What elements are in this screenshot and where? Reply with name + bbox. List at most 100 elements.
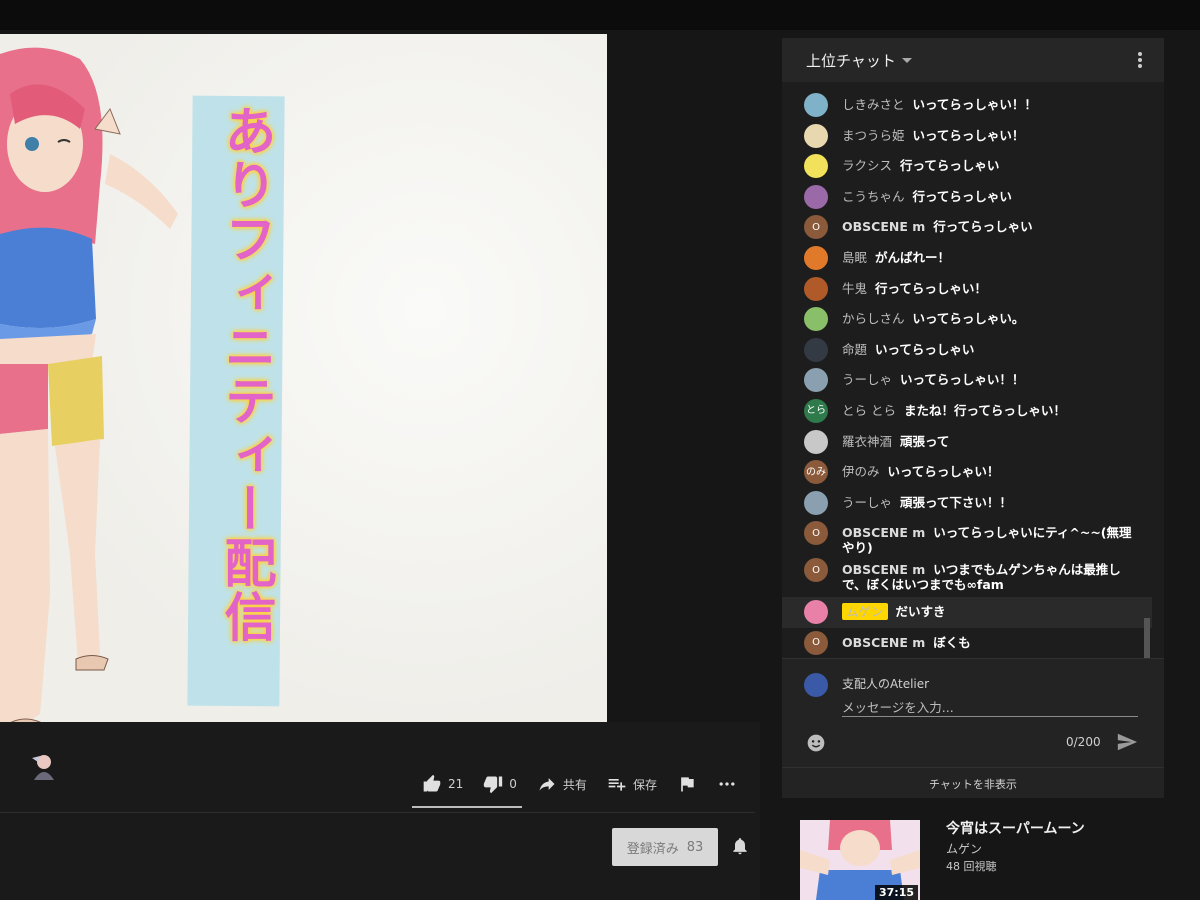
chat-avatar[interactable] xyxy=(804,93,828,117)
chat-avatar[interactable] xyxy=(804,154,828,179)
recommended-video[interactable]: 37:15 今宵はスーパームーン ムゲン 48 回視聴 xyxy=(800,818,1180,900)
chat-message-body: OBSCENE m いってらっしゃいにティ^~~(無理やり) xyxy=(842,518,1132,555)
chat-message[interactable]: うーしゃ いってらっしゃい！！ xyxy=(782,365,1152,396)
recommended-channel[interactable]: ムゲン xyxy=(946,840,982,857)
share-button[interactable]: 共有 xyxy=(527,770,597,798)
chat-message[interactable]: まつうら姫 いってらっしゃい！ xyxy=(782,121,1152,152)
chat-header: 上位チャット xyxy=(782,38,1164,82)
hide-chat-button[interactable]: チャットを非表示 xyxy=(782,767,1164,799)
chat-avatar[interactable] xyxy=(804,307,828,332)
chat-message[interactable]: O OBSCENE m いつまでもムゲンちゃんは最推しで、ぼくはいつまでも∞fam xyxy=(782,555,1152,597)
chat-author[interactable]: からしさん xyxy=(842,311,905,326)
chat-avatar[interactable] xyxy=(804,600,828,625)
chat-message[interactable]: 命題 いってらっしゃい xyxy=(782,335,1152,366)
chat-message-body: 命題 いってらっしゃい xyxy=(842,335,974,357)
chat-message[interactable]: O OBSCENE m いってらっしゃいにティ^~~(無理やり) xyxy=(782,518,1152,555)
more-horizontal-icon xyxy=(719,782,735,786)
chat-message[interactable]: ムゲン だいすき xyxy=(782,597,1152,628)
chat-avatar[interactable]: O xyxy=(804,558,828,583)
chat-avatar[interactable] xyxy=(804,429,828,454)
chat-message-body: からしさん いってらっしゃい。 xyxy=(842,304,1024,326)
chat-text: 頑張って下さい！！ xyxy=(900,494,1012,510)
chat-message[interactable]: のみ 伊のみ いってらっしゃい！ xyxy=(782,457,1152,488)
send-icon[interactable] xyxy=(1116,731,1138,753)
emoji-icon[interactable] xyxy=(806,733,826,753)
chat-message[interactable]: O OBSCENE m ぼくも xyxy=(782,628,1152,659)
chat-author[interactable]: まつうら姫 xyxy=(842,128,905,143)
chat-message-body: うーしゃ いってらっしゃい！！ xyxy=(842,365,1024,387)
share-label: 共有 xyxy=(562,777,587,792)
chat-avatar[interactable]: のみ xyxy=(804,460,828,485)
chat-message-body: ムゲン だいすき xyxy=(842,597,946,621)
chat-author[interactable]: 命題 xyxy=(842,342,867,357)
chat-author[interactable]: こうちゃん xyxy=(842,189,905,204)
chat-author[interactable]: ムゲン xyxy=(842,603,888,621)
chat-text: いってらっしゃい！！ xyxy=(912,97,1037,112)
chat-author[interactable]: ラクシス xyxy=(842,158,892,173)
chat-avatar[interactable] xyxy=(804,123,828,148)
chat-avatar[interactable]: とら xyxy=(804,398,828,423)
chat-text: がんばれー！ xyxy=(875,249,951,265)
like-button[interactable]: 21 xyxy=(412,770,473,798)
chat-avatar[interactable] xyxy=(804,337,828,362)
subscribed-button[interactable]: 登録済み 83 xyxy=(612,828,718,866)
chat-author[interactable]: うーしゃ xyxy=(842,372,892,387)
chat-message[interactable]: うーしゃ 頑張って下さい！！ xyxy=(782,488,1152,519)
more-actions-button[interactable] xyxy=(707,770,747,798)
stream-title-text: ありフィニティー配信 xyxy=(215,104,275,644)
dislike-button[interactable]: 0 xyxy=(473,770,527,798)
chat-message[interactable]: 羅衣神酒 頑張って xyxy=(782,427,1152,458)
chat-author[interactable]: OBSCENE m xyxy=(842,562,925,577)
chat-avatar[interactable] xyxy=(804,245,828,270)
chat-avatar[interactable]: O xyxy=(804,630,828,655)
chat-author[interactable]: OBSCENE m xyxy=(842,635,925,650)
notification-bell-icon[interactable] xyxy=(730,836,750,856)
chat-text: 行ってらっしゃい xyxy=(900,158,1000,174)
chat-mode-selector[interactable]: 上位チャット xyxy=(806,50,896,71)
chevron-down-icon[interactable] xyxy=(901,57,912,63)
chat-author[interactable]: とら とら xyxy=(842,403,896,418)
chat-message-body: OBSCENE m いつまでもムゲンちゃんは最推しで、ぼくはいつまでも∞fam xyxy=(842,555,1132,592)
chat-message[interactable]: からしさん いってらっしゃい。 xyxy=(782,304,1152,335)
chat-author[interactable]: 牛鬼 xyxy=(842,281,867,296)
chat-message-input[interactable]: メッセージを入力... xyxy=(842,697,1138,717)
subscriber-count: 83 xyxy=(686,839,704,855)
chat-avatar[interactable] xyxy=(804,490,828,515)
chat-author[interactable]: うーしゃ xyxy=(842,495,892,510)
chat-author[interactable]: 島眠 xyxy=(842,250,867,265)
like-count: 21 xyxy=(448,777,464,791)
chat-author[interactable]: OBSCENE m xyxy=(842,219,925,234)
chat-text: いってらっしゃい！ xyxy=(912,127,1025,143)
save-button[interactable]: 保存 xyxy=(597,770,667,798)
chat-author[interactable]: OBSCENE m xyxy=(842,525,925,540)
user-avatar xyxy=(804,673,828,697)
chat-message[interactable]: とら とら とら またね！行ってらっしゃい！ xyxy=(782,396,1152,427)
chat-menu-icon[interactable] xyxy=(1138,52,1142,70)
share-icon xyxy=(539,778,555,791)
chat-scrollbar[interactable] xyxy=(1144,618,1150,658)
chat-message[interactable]: O OBSCENE m 行ってらっしゃい xyxy=(782,212,1152,243)
chat-text: 行ってらっしゃい xyxy=(933,219,1033,235)
chat-author[interactable]: 羅衣神酒 xyxy=(842,434,892,449)
report-button[interactable] xyxy=(667,770,707,798)
chat-avatar[interactable] xyxy=(804,368,828,393)
chat-message[interactable]: 島眠 がんばれー！ xyxy=(782,243,1152,274)
like-ratio-bar xyxy=(412,806,522,808)
chat-author[interactable]: 伊のみ xyxy=(842,464,880,479)
channel-avatar-icon[interactable] xyxy=(30,752,58,782)
chat-message[interactable]: こうちゃん 行ってらっしゃい xyxy=(782,182,1152,213)
chat-avatar[interactable]: O xyxy=(804,215,828,240)
chat-avatar[interactable] xyxy=(804,184,828,209)
chat-author[interactable]: しきみさと xyxy=(842,97,905,112)
chat-avatar[interactable]: O xyxy=(804,521,828,546)
chat-avatar[interactable] xyxy=(804,276,828,301)
anime-girl-illustration xyxy=(0,47,178,722)
chat-text: 行ってらっしゃい xyxy=(912,188,1012,204)
chat-message[interactable]: 牛鬼 行ってらっしゃい！ xyxy=(782,274,1152,305)
recommended-title[interactable]: 今宵はスーパームーン xyxy=(946,818,1085,838)
chat-message[interactable]: ラクシス 行ってらっしゃい xyxy=(782,151,1152,182)
video-thumbnail[interactable]: 37:15 xyxy=(800,820,920,900)
chat-message[interactable]: しきみさと いってらっしゃい！！ xyxy=(782,90,1152,121)
video-player[interactable]: ありフィニティー配信 xyxy=(0,34,607,722)
chat-message-body: こうちゃん 行ってらっしゃい xyxy=(842,182,1012,204)
